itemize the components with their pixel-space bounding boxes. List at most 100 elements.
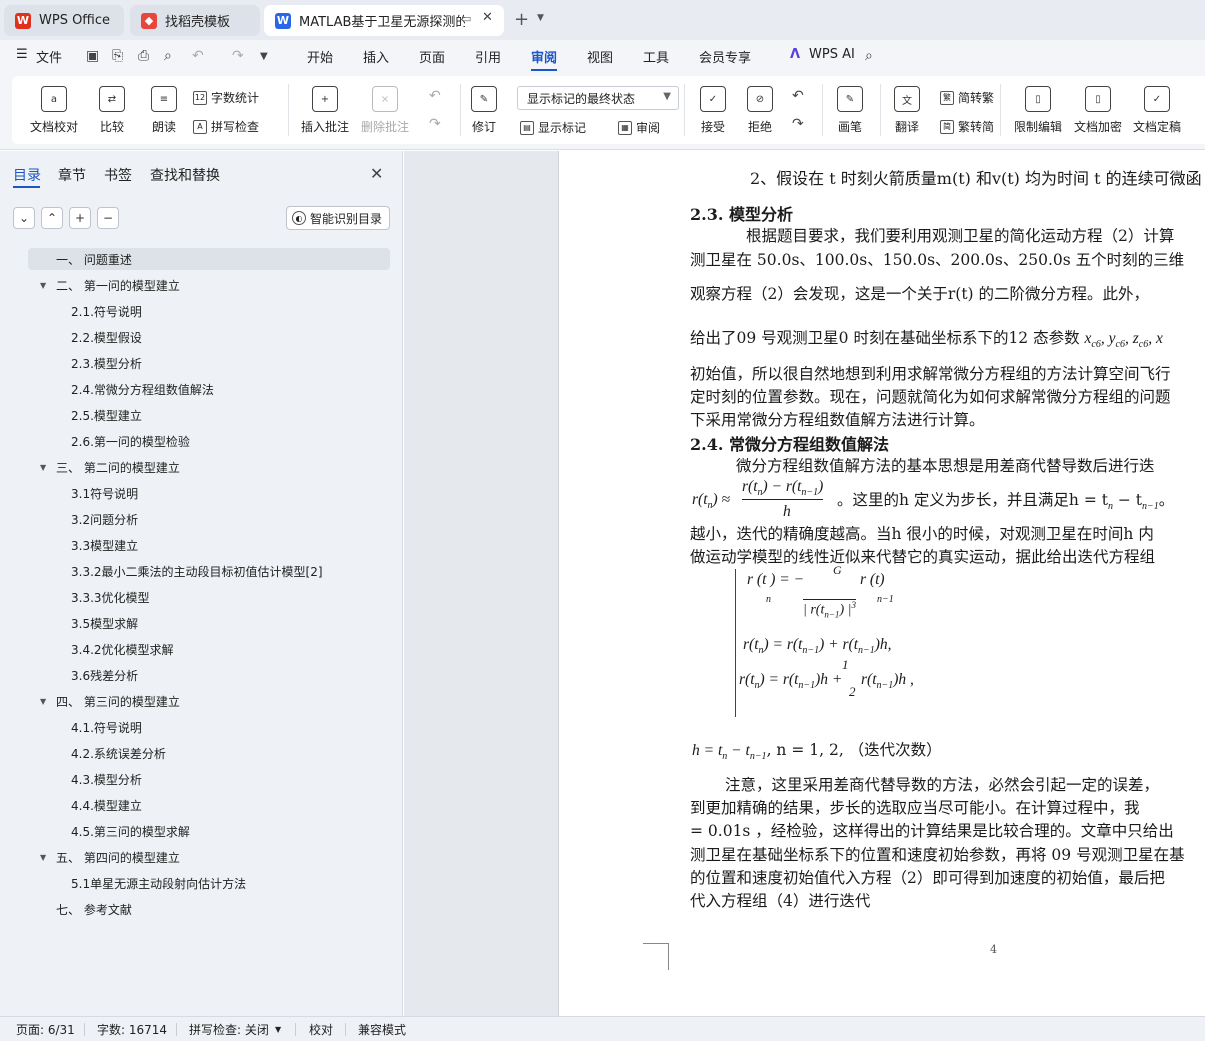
print-preview-icon[interactable]: ⌕ [164, 48, 172, 64]
screen-icon[interactable]: ▭ [461, 12, 471, 25]
revise-button[interactable]: ✎ 修订 [471, 86, 497, 135]
toc-item[interactable]: 2.1.符号说明 [71, 300, 142, 322]
nav-tab-find-replace[interactable]: 查找和替换 [150, 165, 220, 185]
print-icon[interactable]: ⎙ [138, 48, 149, 64]
menu-insert[interactable]: 插入 [363, 47, 389, 66]
tab-docer-templates[interactable]: ◆ 找稻壳模板 [130, 5, 260, 36]
tab-label: MATLAB基于卫星无源探测的空 [299, 15, 465, 30]
translate-button[interactable]: 文翻译 [894, 86, 920, 135]
spell-check-button[interactable]: A 拼写检查 [193, 118, 259, 135]
status-page[interactable]: 页面: 6/31 [16, 1021, 75, 1038]
nav-tab-sections[interactable]: 章节 [58, 165, 86, 185]
tab-list-chevron-icon[interactable]: ▼ [537, 13, 544, 23]
expand-caret-icon[interactable]: ▼ [40, 281, 46, 290]
menu-wps-ai[interactable]: WPS AI [809, 47, 855, 62]
toc-item[interactable]: 3.3模型建立 [71, 534, 138, 556]
tab-wps-office[interactable]: W WPS Office [4, 5, 124, 36]
toc-item[interactable]: ▼ 二、 第一问的模型建立 [40, 274, 180, 296]
review-pane-button[interactable]: ▦ 审阅 [618, 119, 660, 136]
toc-item[interactable]: 2.5.模型建立 [71, 404, 142, 426]
toc-item[interactable]: ▼ 五、 第四问的模型建立 [40, 846, 180, 868]
compare-button[interactable]: ⇄ 比较 [99, 86, 125, 135]
menu-references[interactable]: 引用 [475, 47, 501, 66]
add-heading-button[interactable]: + [69, 207, 91, 229]
toc-item-label: 3.5模型求解 [71, 616, 139, 631]
prev-comment-icon[interactable]: ↶ [429, 88, 441, 104]
toc-item[interactable]: 4.4.模型建立 [71, 794, 142, 816]
document-page[interactable]: 2、假设在 t 时刻火箭质量m(t) 和v(t) 均为时间 t 的连续可微函 2… [558, 151, 1205, 1016]
menu-page[interactable]: 页面 [419, 47, 445, 66]
remove-heading-button[interactable]: − [97, 207, 119, 229]
toc-item[interactable]: 5.1单星无源主动段射向估计方法 [71, 872, 246, 894]
encrypt-button[interactable]: ▯ 文档加密 [1074, 86, 1122, 135]
menu-review[interactable]: 审阅 [531, 47, 557, 66]
menu-file[interactable]: 文件 [36, 47, 62, 66]
finalize-button[interactable]: ✓ 文档定稿 [1133, 86, 1181, 135]
pen-button[interactable]: ✎ 画笔 [837, 86, 863, 135]
menu-view[interactable]: 视图 [587, 47, 613, 66]
menu-tools[interactable]: 工具 [643, 47, 669, 66]
tab-document[interactable]: W MATLAB基于卫星无源探测的空 ▭ ✕ [264, 5, 504, 36]
toc-item[interactable]: 3.2问题分析 [71, 508, 138, 530]
close-icon[interactable]: ✕ [370, 164, 383, 183]
expand-caret-icon[interactable]: ▼ [40, 697, 46, 706]
toc-item[interactable]: 一、 问题重述 [28, 248, 390, 270]
menu-hamburger-icon[interactable]: ☰ [16, 47, 28, 62]
toc-item[interactable]: 4.3.模型分析 [71, 768, 142, 790]
toc-item[interactable]: 3.3.2最小二乘法的主动段目标初值估计模型[2] [71, 560, 323, 582]
toc-item[interactable]: 七、 参考文献 [56, 898, 132, 920]
simplified-to-traditional-button[interactable]: 繁简转繁 [940, 89, 994, 106]
markup-mode-select[interactable]: 显示标记的最终状态 ▼ [517, 86, 679, 110]
word-count-button[interactable]: 12 字数统计 [193, 89, 259, 106]
undo-icon[interactable]: ↶ [192, 48, 204, 64]
toc-item[interactable]: 2.2.模型假设 [71, 326, 142, 348]
next-comment-icon[interactable]: ↷ [429, 116, 441, 132]
expand-caret-icon[interactable]: ▼ [40, 853, 46, 862]
read-aloud-button[interactable]: ≡ 朗读 [151, 86, 177, 135]
toc-item[interactable]: 3.4.2优化模型求解 [71, 638, 174, 660]
prev-change-icon[interactable]: ↶ [792, 88, 804, 104]
accept-button[interactable]: ✓ 接受 [700, 86, 726, 135]
expand-caret-icon[interactable]: ▼ [40, 463, 46, 472]
toc-item[interactable]: 3.5模型求解 [71, 612, 138, 634]
redo-icon[interactable]: ↷ [232, 48, 244, 64]
status-proofread[interactable]: 校对 [309, 1021, 333, 1038]
more-chevron-icon[interactable]: ▼ [260, 51, 268, 62]
status-word-count[interactable]: 字数: 16714 [97, 1021, 167, 1038]
toc-item[interactable]: ▼ 三、 第二问的模型建立 [40, 456, 180, 478]
collapse-all-button[interactable]: ⌃ [41, 207, 63, 229]
toc-item[interactable]: 2.4.常微分方程组数值解法 [71, 378, 214, 400]
menu-home[interactable]: 开始 [307, 47, 333, 66]
traditional-to-simplified-button[interactable]: 简繁转简 [940, 118, 994, 135]
insert-comment-button[interactable]: + 插入批注 [301, 86, 349, 135]
close-tab-icon[interactable]: ✕ [482, 10, 493, 25]
nav-tab-bookmarks[interactable]: 书签 [104, 165, 132, 185]
search-icon[interactable]: ⌕ [865, 48, 873, 64]
toc-item[interactable]: 2.6.第一问的模型检验 [71, 430, 190, 452]
toc-item[interactable]: 4.2.系统误差分析 [71, 742, 166, 764]
save-icon[interactable]: ▣ [86, 48, 99, 64]
toc-item[interactable]: 4.1.符号说明 [71, 716, 142, 738]
status-spell-check[interactable]: 拼写检查: 关闭 [189, 1021, 269, 1038]
wps-ai-icon[interactable]: ᐱ [790, 47, 800, 62]
restrict-edit-button[interactable]: ▯ 限制编辑 [1014, 86, 1062, 135]
toc-item[interactable]: 3.1符号说明 [71, 482, 138, 504]
menu-member[interactable]: 会员专享 [699, 47, 751, 66]
chevron-up-icon: ⌃ [46, 211, 58, 225]
next-change-icon[interactable]: ↷ [792, 116, 804, 132]
chevron-down-icon[interactable]: ▼ [275, 1025, 281, 1034]
smart-toc-button[interactable]: ◐ 智能识别目录 [286, 206, 390, 230]
toc-item[interactable]: 3.3.3优化模型 [71, 586, 150, 608]
toc-item[interactable]: 2.3.模型分析 [71, 352, 142, 374]
new-tab-icon[interactable]: + [514, 9, 529, 30]
toc-item[interactable]: 3.6残差分析 [71, 664, 138, 686]
toc-item[interactable]: ▼ 四、 第三问的模型建立 [40, 690, 180, 712]
delete-comment-button[interactable]: × 删除批注 [361, 86, 409, 135]
expand-all-button[interactable]: ⌄ [13, 207, 35, 229]
proofread-button[interactable]: a 文档校对 [30, 86, 78, 135]
share-icon[interactable]: ⎘ [112, 48, 123, 64]
show-markup-button[interactable]: ▤ 显示标记 [520, 119, 586, 136]
nav-tab-toc[interactable]: 目录 [13, 165, 41, 185]
toc-item[interactable]: 4.5.第三问的模型求解 [71, 820, 190, 842]
reject-button[interactable]: ⊘ 拒绝 [747, 86, 773, 135]
